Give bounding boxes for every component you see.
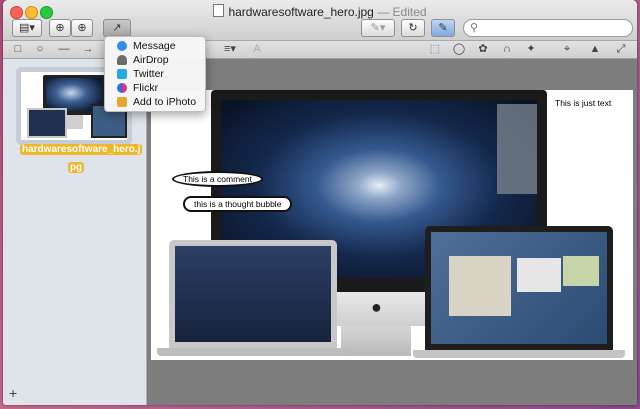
macbook-pro-base [413, 350, 625, 358]
share-menu-item-flickr[interactable]: Flickr [105, 81, 205, 95]
annotation-toolbar: □ ○ — → ≡▾ A ⬚ ◯ ✿ ∩ ✦ ⌖ ▲ ⤢ [3, 41, 637, 59]
edit-toolbar-button[interactable]: ✎ [431, 19, 455, 37]
lasso-icon[interactable]: ✿ [475, 42, 491, 57]
arrow-tool-icon[interactable]: → [80, 42, 96, 57]
rectangle-tool-icon[interactable]: □ [10, 42, 26, 57]
sidebar-toggle-button[interactable]: ▤▾ [12, 19, 42, 37]
search-field[interactable]: ⚲ [463, 19, 633, 37]
mission-control-window-2 [517, 258, 561, 292]
comment-bubble[interactable]: This is a comment [172, 171, 263, 187]
window-title: hardwaresoftware_hero.jpg — Edited [3, 4, 637, 19]
font-icon[interactable]: A [249, 42, 265, 57]
share-menu-label: Message [133, 40, 176, 52]
rect-select-icon[interactable]: ⬚ [427, 42, 443, 57]
mission-control-window-3 [563, 256, 599, 286]
markup-pen-button[interactable]: ✎▾ [361, 19, 395, 37]
macbook-pro-illustration [425, 226, 613, 350]
macbook-air-illustration [169, 240, 337, 348]
preview-window: hardwaresoftware_hero.jpg — Edited ▤▾ ⊕ … [3, 0, 637, 405]
share-menu-label: Twitter [133, 68, 164, 80]
crop-icon[interactable]: ⌖ [559, 42, 575, 57]
thought-bubble[interactable]: this is a thought bubble [183, 196, 293, 212]
twitter-icon [117, 69, 127, 79]
zoom-in-button[interactable]: ⊕ [71, 19, 93, 37]
filename: hardwaresoftware_hero.jpg [228, 5, 374, 19]
iphoto-icon [117, 97, 127, 107]
image-canvas[interactable]: ● This is just text This is a comment th… [151, 90, 633, 360]
share-button[interactable]: ↗ [103, 19, 131, 37]
thumbnail-macbook-air [27, 108, 67, 138]
imac-window-panel [497, 104, 537, 194]
mission-control-window [449, 256, 511, 316]
instant-alpha-icon[interactable]: ✦ [523, 42, 539, 57]
line-style-icon[interactable]: ≡▾ [219, 42, 241, 57]
macbook-air-screen [175, 246, 331, 342]
rotate-button[interactable]: ↻ [401, 19, 425, 37]
fullscreen-icon[interactable]: ⤢ [613, 42, 629, 57]
flickr-icon [117, 83, 127, 93]
apple-logo-icon: ● [371, 297, 382, 317]
thumbnail-label-line1: hardwaresoftware_hero.j [20, 144, 143, 155]
document-icon [213, 4, 225, 17]
adjust-color-icon[interactable]: ▲ [587, 42, 603, 57]
share-menu-item-iphoto[interactable]: Add to iPhoto [105, 95, 205, 109]
share-menu-item-airdrop[interactable]: AirDrop [105, 53, 205, 67]
share-menu-item-twitter[interactable]: Twitter [105, 67, 205, 81]
thumbnail-label-line2: pg [67, 162, 85, 173]
smart-lasso-icon[interactable]: ∩ [499, 42, 515, 57]
zoom-out-button[interactable]: ⊕ [49, 19, 71, 37]
document-view: ● This is just text This is a comment th… [147, 59, 637, 405]
imac-stand [341, 326, 411, 356]
thumbnail-label: hardwaresoftware_hero.j pg [20, 139, 143, 175]
text-annotation[interactable]: This is just text [555, 98, 611, 108]
share-menu-item-message[interactable]: Message [105, 39, 205, 53]
thumbnail-stand [65, 115, 83, 129]
oval-tool-icon[interactable]: ○ [32, 42, 48, 57]
share-menu-label: AirDrop [133, 54, 169, 66]
share-menu-label: Add to iPhoto [133, 96, 197, 108]
message-icon [117, 41, 127, 51]
search-icon: ⚲ [470, 22, 479, 34]
share-menu: Message AirDrop Twitter Flickr Add to iP… [104, 36, 206, 112]
edited-label: — Edited [377, 5, 427, 19]
title-bar: hardwaresoftware_hero.jpg — Edited ▤▾ ⊕ … [3, 0, 637, 41]
macbook-air-base [157, 348, 349, 356]
ellipse-select-icon[interactable]: ◯ [451, 42, 467, 57]
line-tool-icon[interactable]: — [56, 42, 72, 57]
share-menu-label: Flickr [133, 82, 159, 94]
add-button[interactable]: + [9, 385, 17, 401]
airdrop-icon [117, 55, 127, 65]
